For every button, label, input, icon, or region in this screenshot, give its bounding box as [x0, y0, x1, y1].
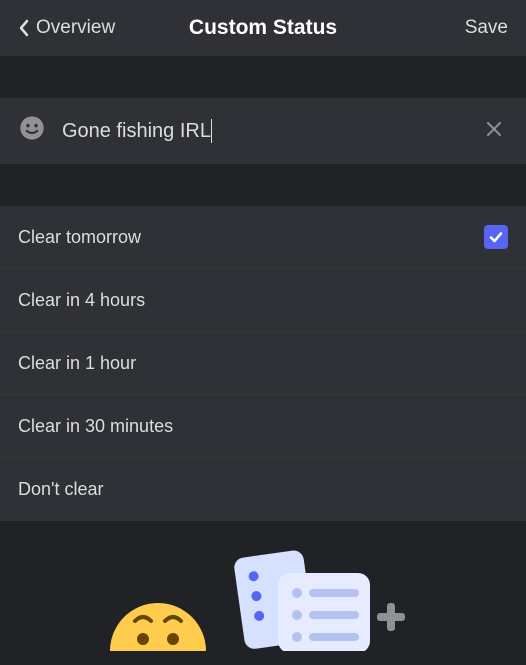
save-button[interactable]: Save	[465, 17, 508, 39]
option-label: Don't clear	[18, 479, 103, 500]
option-label: Clear in 4 hours	[18, 290, 145, 311]
chevron-left-icon	[18, 19, 30, 37]
option-clear-30-min[interactable]: Clear in 30 minutes	[0, 395, 526, 458]
clear-input-button[interactable]	[480, 114, 508, 149]
back-label: Overview	[36, 17, 115, 39]
option-label: Clear in 30 minutes	[18, 416, 173, 437]
text-caret	[211, 119, 212, 143]
option-label: Clear tomorrow	[18, 227, 141, 248]
option-clear-4-hours[interactable]: Clear in 4 hours	[0, 269, 526, 332]
emoji-picker-icon[interactable]	[18, 114, 46, 149]
close-icon	[486, 121, 502, 137]
checkmark-icon	[484, 225, 508, 249]
header: Overview Custom Status Save	[0, 0, 526, 56]
clear-options-list: Clear tomorrow Clear in 4 hours Clear in…	[0, 206, 526, 521]
option-label: Clear in 1 hour	[18, 353, 136, 374]
spacer	[0, 164, 526, 206]
status-input[interactable]: Gone fishing IRL	[62, 119, 464, 143]
status-input-value: Gone fishing IRL	[62, 120, 211, 143]
page-title: Custom Status	[189, 16, 337, 40]
option-dont-clear[interactable]: Don't clear	[0, 458, 526, 521]
decorative-illustration	[83, 521, 443, 651]
status-input-row: Gone fishing IRL	[0, 98, 526, 164]
option-clear-1-hour[interactable]: Clear in 1 hour	[0, 332, 526, 395]
illustration	[0, 521, 526, 651]
back-button[interactable]: Overview	[18, 17, 115, 39]
option-clear-tomorrow[interactable]: Clear tomorrow	[0, 206, 526, 269]
spacer	[0, 56, 526, 98]
